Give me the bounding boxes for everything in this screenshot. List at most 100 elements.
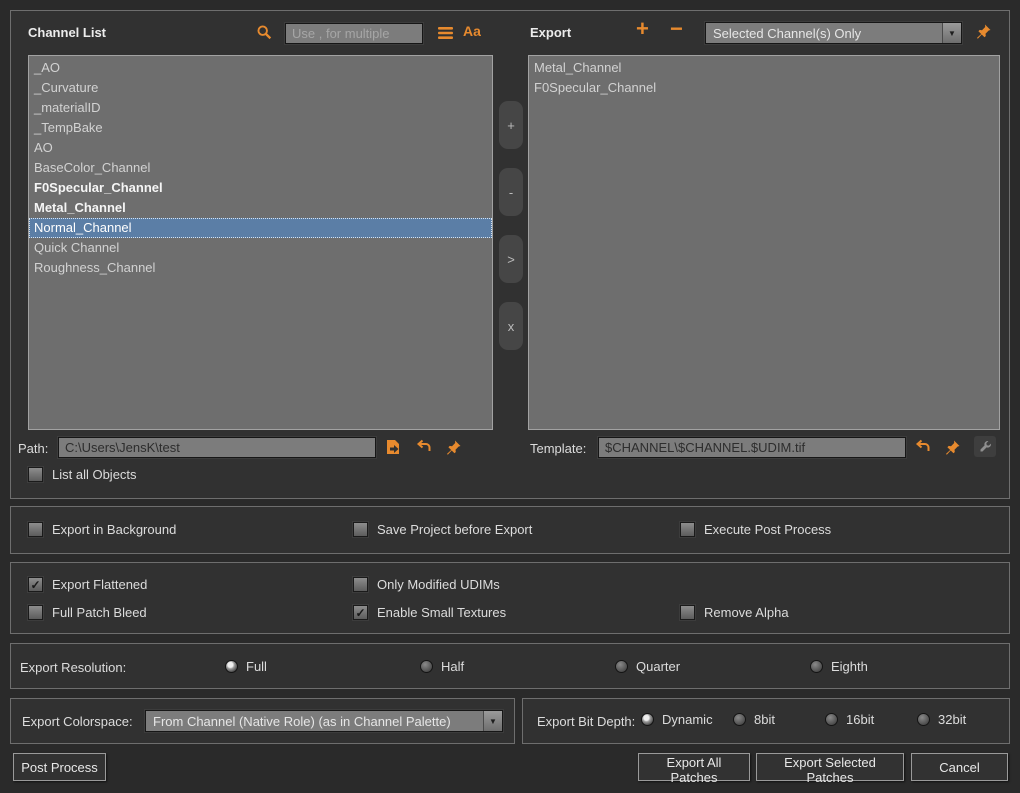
radio-circle[interactable] <box>420 660 433 673</box>
checkbox-box[interactable] <box>680 605 695 620</box>
checkbox-label: Export Flattened <box>52 577 147 592</box>
checkbox-box[interactable] <box>28 467 43 482</box>
export-bit-depth-label: Export Bit Depth: <box>537 714 635 729</box>
transfer-buttons: + - > x <box>499 101 523 350</box>
radio-label: Dynamic <box>662 712 713 727</box>
checkbox-full-patch-bleed[interactable]: Full Patch Bleed <box>28 605 147 620</box>
radio-half[interactable]: Half <box>420 659 615 674</box>
add-button[interactable]: + <box>499 101 523 149</box>
checkbox-box[interactable] <box>353 577 368 592</box>
pin-icon[interactable] <box>976 23 992 39</box>
checkbox-only-modified-udims[interactable]: Only Modified UDIMs <box>353 577 500 592</box>
channel-list-title: Channel List <box>28 25 106 40</box>
list-item-curvature[interactable]: _Curvature <box>29 78 492 98</box>
export-selected-patches-button[interactable]: Export Selected Patches <box>756 753 904 781</box>
path-input[interactable] <box>58 437 376 458</box>
radio-eighth[interactable]: Eighth <box>810 659 1005 674</box>
colorspace-dropdown[interactable]: From Channel (Native Role) (as in Channe… <box>145 710 503 732</box>
checkbox-label: Save Project before Export <box>377 522 532 537</box>
list-all-objects-checkbox[interactable]: List all Objects <box>28 467 137 482</box>
checkbox-label: Enable Small Textures <box>377 605 506 620</box>
checkbox-box[interactable] <box>28 522 43 537</box>
export-mode-dropdown[interactable]: Selected Channel(s) Only ▼ <box>705 22 962 44</box>
radio-16bit[interactable]: 16bit <box>825 712 917 727</box>
radio-dynamic[interactable]: Dynamic <box>641 712 733 727</box>
resolution-radio-group: Full Half Quarter Eighth <box>225 659 1005 674</box>
radio-circle[interactable] <box>641 713 654 726</box>
template-input[interactable] <box>598 437 906 458</box>
radio-circle[interactable] <box>810 660 823 673</box>
checkbox-export-flattened[interactable]: ✓ Export Flattened <box>28 577 147 592</box>
chevron-down-icon[interactable]: ▼ <box>942 23 961 43</box>
export-to-path-icon[interactable] <box>384 438 402 456</box>
radio-circle[interactable] <box>825 713 838 726</box>
checkbox-label: Full Patch Bleed <box>52 605 147 620</box>
export-all-patches-button[interactable]: Export All Patches <box>638 753 750 781</box>
checkbox-remove-alpha[interactable]: Remove Alpha <box>680 605 789 620</box>
checkbox-label: Only Modified UDIMs <box>377 577 500 592</box>
move-button[interactable]: > <box>499 235 523 283</box>
list-item-quick-channel[interactable]: Quick Channel <box>29 238 492 258</box>
colorspace-value: From Channel (Native Role) (as in Channe… <box>146 714 483 729</box>
checkbox-box[interactable]: ✓ <box>28 577 43 592</box>
checkbox-label: Execute Post Process <box>704 522 831 537</box>
list-item-materialid[interactable]: _materialID <box>29 98 492 118</box>
clear-button[interactable]: x <box>499 302 523 350</box>
undo-icon[interactable] <box>914 438 932 456</box>
radio-label: 16bit <box>846 712 874 727</box>
bit-depth-radio-group: Dynamic 8bit 16bit 32bit <box>641 712 1009 727</box>
texture-options-groupbox <box>10 562 1010 634</box>
checkbox-box[interactable]: ✓ <box>353 605 368 620</box>
minus-icon[interactable]: − <box>670 16 683 42</box>
list-item-normal-channel[interactable]: Normal_Channel <box>29 218 492 238</box>
radio-label: Eighth <box>831 659 868 674</box>
list-item-metal-channel[interactable]: Metal_Channel <box>529 58 999 78</box>
list-item-tempbake[interactable]: _TempBake <box>29 118 492 138</box>
checkbox-save-project-before-export[interactable]: Save Project before Export <box>353 522 532 537</box>
radio-label: 8bit <box>754 712 775 727</box>
radio-circle[interactable] <box>733 713 746 726</box>
checkbox-execute-post-process[interactable]: Execute Post Process <box>680 522 831 537</box>
radio-label: Full <box>246 659 267 674</box>
radio-full[interactable]: Full <box>225 659 420 674</box>
list-item-metal-channel[interactable]: Metal_Channel <box>29 198 492 218</box>
checkbox-box[interactable] <box>353 522 368 537</box>
radio-8bit[interactable]: 8bit <box>733 712 825 727</box>
list-item-f0specular-channel[interactable]: F0Specular_Channel <box>529 78 999 98</box>
radio-circle[interactable] <box>225 660 238 673</box>
search-icon <box>256 24 273 41</box>
post-process-button[interactable]: Post Process <box>13 753 106 781</box>
radio-32bit[interactable]: 32bit <box>917 712 1009 727</box>
checkbox-enable-small-textures[interactable]: ✓ Enable Small Textures <box>353 605 506 620</box>
radio-circle[interactable] <box>615 660 628 673</box>
channel-list[interactable]: _AO_Curvature_materialID_TempBakeAOBaseC… <box>28 55 493 430</box>
list-item-basecolor-channel[interactable]: BaseColor_Channel <box>29 158 492 178</box>
list-item-roughness-channel[interactable]: Roughness_Channel <box>29 258 492 278</box>
wrench-icon[interactable] <box>974 436 996 457</box>
radio-circle[interactable] <box>917 713 930 726</box>
list-item-ao[interactable]: _AO <box>29 58 492 78</box>
export-list[interactable]: Metal_ChannelF0Specular_Channel <box>528 55 1000 430</box>
remove-button[interactable]: - <box>499 168 523 216</box>
checkbox-box[interactable] <box>680 522 695 537</box>
export-mode-value: Selected Channel(s) Only <box>706 26 942 41</box>
checkbox-label: Remove Alpha <box>704 605 789 620</box>
chevron-down-icon[interactable]: ▼ <box>483 711 502 731</box>
case-sensitive-icon[interactable]: Aa <box>463 23 481 39</box>
radio-label: Quarter <box>636 659 680 674</box>
list-item-f0specular-channel[interactable]: F0Specular_Channel <box>29 178 492 198</box>
pin-icon[interactable] <box>446 439 462 455</box>
cancel-button[interactable]: Cancel <box>911 753 1008 781</box>
undo-icon[interactable] <box>415 438 433 456</box>
checkbox-label: List all Objects <box>52 467 137 482</box>
checkbox-export-in-background[interactable]: Export in Background <box>28 522 176 537</box>
filter-menu-icon[interactable] <box>438 27 453 39</box>
pin-icon[interactable] <box>945 439 961 455</box>
search-input[interactable] <box>285 23 423 44</box>
export-title: Export <box>530 25 571 40</box>
checkbox-box[interactable] <box>28 605 43 620</box>
list-item-ao[interactable]: AO <box>29 138 492 158</box>
plus-icon[interactable]: + <box>636 16 649 42</box>
radio-quarter[interactable]: Quarter <box>615 659 810 674</box>
radio-label: 32bit <box>938 712 966 727</box>
